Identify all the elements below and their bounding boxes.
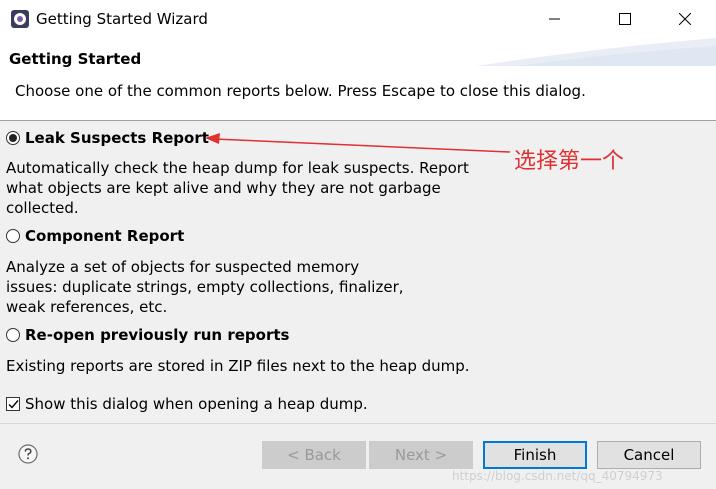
option-description: Analyze a set of objects for suspected m… <box>6 258 404 316</box>
next-button[interactable]: Next > <box>369 441 473 469</box>
help-icon[interactable] <box>18 444 38 464</box>
minimize-icon <box>549 18 560 20</box>
title-bar: Getting Started Wizard <box>0 0 716 38</box>
close-icon <box>679 13 691 25</box>
annotation-text: 选择第一个 <box>514 149 625 174</box>
page-description: Choose one of the common reports below. … <box>15 82 586 100</box>
radio-reopen-reports[interactable] <box>6 328 20 342</box>
minimize-button[interactable] <box>532 0 578 38</box>
show-dialog-label: Show this dialog when opening a heap dum… <box>25 395 368 413</box>
option-description: Existing reports are stored in ZIP files… <box>6 357 470 375</box>
close-button[interactable] <box>662 0 708 38</box>
show-dialog-checkbox[interactable] <box>6 397 20 411</box>
option-reopen-reports[interactable]: Re-open previously run reports <box>6 326 289 344</box>
option-label: Re-open previously run reports <box>25 326 290 344</box>
wizard-footer: < Back Next > Finish Cancel https://blog… <box>0 424 716 489</box>
maximize-icon <box>619 13 631 25</box>
radio-component-report[interactable] <box>6 229 20 243</box>
cancel-button[interactable]: Cancel <box>597 441 701 469</box>
window-title: Getting Started Wizard <box>36 10 208 28</box>
wizard-header: Getting Started Choose one of the common… <box>0 38 716 120</box>
watermark: https://blog.csdn.net/qq_40794973 <box>452 469 663 483</box>
option-label: Component Report <box>25 227 185 245</box>
show-dialog-checkbox-row[interactable]: Show this dialog when opening a heap dum… <box>6 395 368 413</box>
checkmark-icon <box>8 400 19 409</box>
finish-button[interactable]: Finish <box>483 441 587 469</box>
back-button[interactable]: < Back <box>262 441 366 469</box>
maximize-button[interactable] <box>602 0 648 38</box>
page-title: Getting Started <box>9 50 142 68</box>
wizard-content: Leak Suspects Report Automatically check… <box>0 121 716 423</box>
header-decoration <box>476 38 716 66</box>
option-component-report[interactable]: Component Report <box>6 227 184 245</box>
eclipse-mat-icon <box>11 10 29 28</box>
